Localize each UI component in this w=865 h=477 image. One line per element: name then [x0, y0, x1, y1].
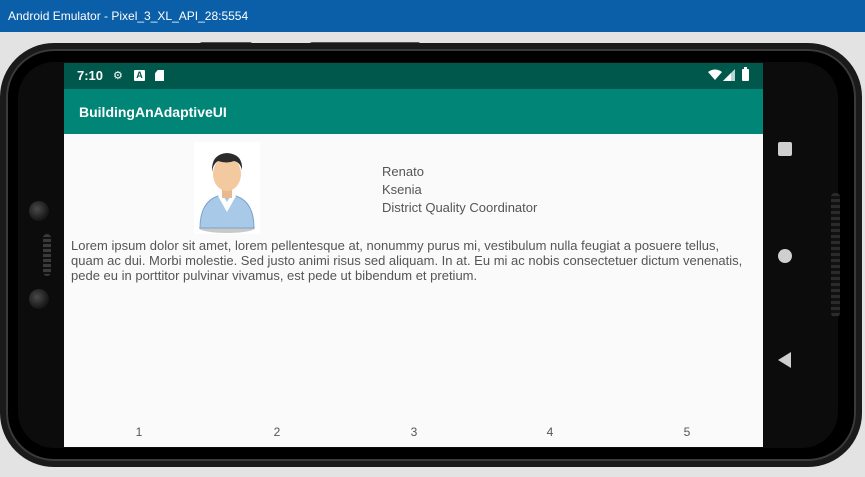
home-circle-icon[interactable]: [778, 249, 792, 263]
sd-card-icon: [155, 70, 164, 81]
signal-icon: [723, 69, 735, 81]
tab-1[interactable]: 1: [129, 425, 149, 439]
profile-first-name: Renato: [382, 164, 424, 179]
profile-job-title: District Quality Coordinator: [382, 200, 538, 215]
wifi-icon: [708, 69, 722, 80]
avatar: [194, 142, 260, 234]
tab-4[interactable]: 4: [540, 425, 560, 439]
window-title-bar[interactable]: Android Emulator - Pixel_3_XL_API_28:555…: [0, 0, 865, 32]
app-bar: BuildingAnAdaptiveUI: [64, 89, 763, 134]
window-title: Android Emulator - Pixel_3_XL_API_28:555…: [8, 9, 249, 23]
profile-description: Lorem ipsum dolor sit amet, lorem pellen…: [71, 238, 743, 283]
status-bar: 7:10 ⚙ A: [64, 63, 763, 89]
profile-last-name: Ksenia: [382, 182, 422, 197]
battery-icon: [742, 67, 749, 81]
tab-2[interactable]: 2: [267, 425, 287, 439]
a-notification-icon: A: [134, 70, 145, 81]
settings-gear-icon: ⚙: [113, 70, 123, 82]
proximity-sensor-icon: [29, 289, 49, 309]
status-time: 7:10: [77, 68, 104, 83]
back-triangle-icon[interactable]: [778, 352, 791, 368]
device-screen[interactable]: 7:10 ⚙ A BuildingAnAdaptiveUI Renato Kse…: [64, 63, 763, 447]
tab-3[interactable]: 3: [404, 425, 424, 439]
front-camera-icon: [29, 201, 49, 221]
app-title: BuildingAnAdaptiveUI: [79, 104, 227, 120]
bottom-speaker-grille: [831, 193, 840, 317]
tab-5[interactable]: 5: [677, 425, 697, 439]
overview-square-icon[interactable]: [778, 142, 792, 156]
earpiece-speaker-grille: [43, 234, 51, 276]
